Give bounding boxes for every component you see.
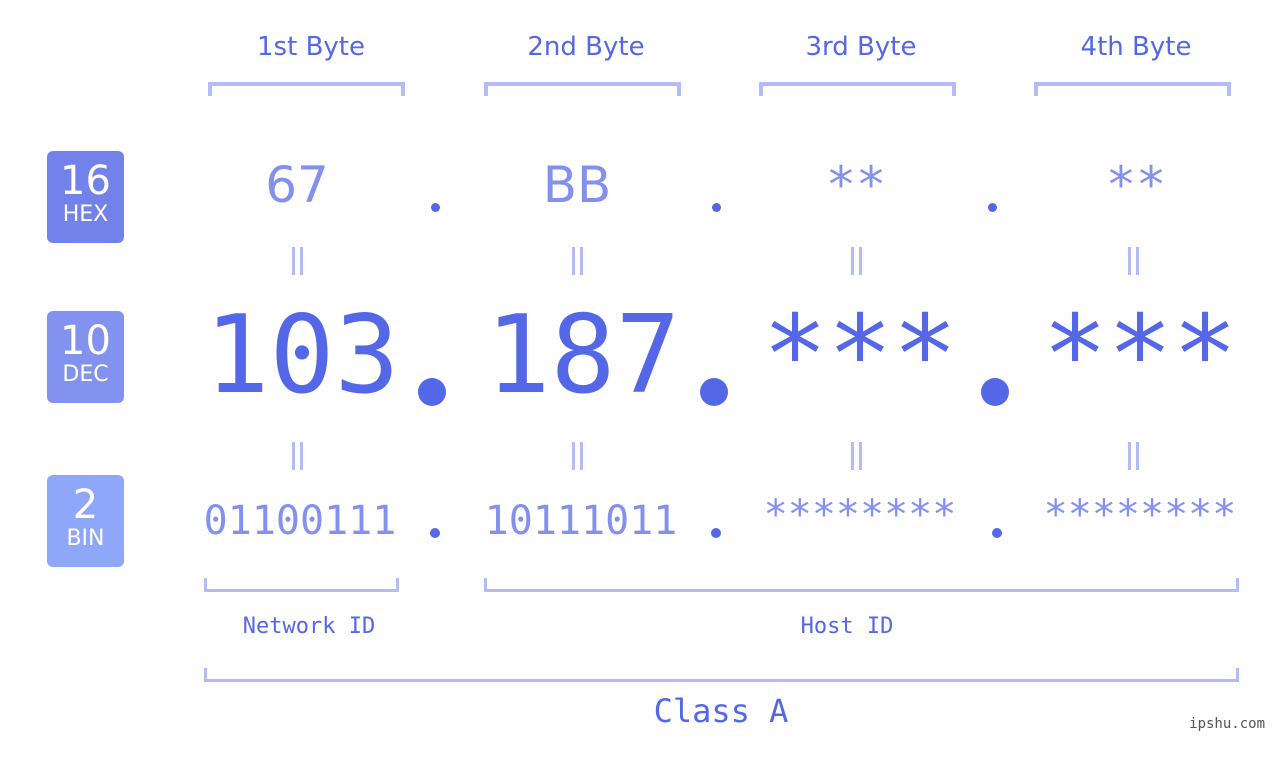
equals-icon (290, 247, 306, 275)
dec-separator-dot (981, 378, 1009, 406)
dec-byte-4: *** (1042, 293, 1238, 418)
hex-byte-2: BB (542, 156, 612, 214)
byte-label-2: 2nd Byte (527, 32, 645, 62)
hex-badge-number: 16 (60, 158, 111, 204)
hex-separator-dot (988, 203, 997, 212)
byte-bracket-4 (1034, 82, 1231, 96)
byte-bracket-3 (759, 82, 956, 96)
equals-icon (849, 442, 865, 470)
hex-badge-label: HEX (62, 202, 109, 227)
dec-separator-dot (418, 378, 446, 406)
hex-byte-3: ** (825, 156, 887, 214)
dec-byte-1: 103 (204, 293, 400, 418)
equals-icon (570, 442, 586, 470)
bin-separator-dot (992, 528, 1002, 538)
class-bracket (204, 668, 1239, 682)
dec-separator-dot (700, 378, 728, 406)
equals-icon (1126, 442, 1142, 470)
bin-byte-3: ******** (763, 492, 957, 538)
hex-byte-4: ** (1105, 156, 1167, 214)
bin-badge-number: 2 (72, 482, 99, 528)
equals-icon (1126, 247, 1142, 275)
dec-byte-3: *** (762, 293, 958, 418)
network-id-label: Network ID (242, 614, 376, 639)
byte-label-4: 4th Byte (1080, 32, 1192, 62)
bin-badge: 2 BIN (47, 475, 124, 567)
dec-byte-2: 187 (485, 293, 681, 418)
bin-separator-dot (430, 528, 440, 538)
byte-label-1: 1st Byte (257, 32, 365, 62)
hex-separator-dot (712, 203, 721, 212)
equals-icon (849, 247, 865, 275)
dec-badge: 10 DEC (47, 311, 124, 403)
dec-badge-label: DEC (62, 362, 109, 387)
equals-icon (570, 247, 586, 275)
bin-separator-dot (711, 528, 721, 538)
host-id-bracket (484, 578, 1239, 592)
ip-class-label: Class A (653, 692, 789, 730)
bin-byte-1: 01100111 (203, 498, 397, 544)
bin-byte-4: ******** (1043, 492, 1237, 538)
byte-bracket-2 (484, 82, 681, 96)
bin-badge-label: BIN (66, 526, 105, 551)
byte-bracket-1 (208, 82, 405, 96)
bin-byte-2: 10111011 (484, 498, 678, 544)
hex-byte-1: 67 (265, 156, 329, 214)
network-id-bracket (204, 578, 399, 592)
hex-badge: 16 HEX (47, 151, 124, 243)
hex-separator-dot (431, 203, 440, 212)
dec-badge-number: 10 (60, 318, 111, 364)
byte-label-3: 3rd Byte (805, 32, 917, 62)
watermark: ipshu.com (1189, 716, 1265, 732)
equals-icon (290, 442, 306, 470)
host-id-label: Host ID (800, 614, 894, 639)
